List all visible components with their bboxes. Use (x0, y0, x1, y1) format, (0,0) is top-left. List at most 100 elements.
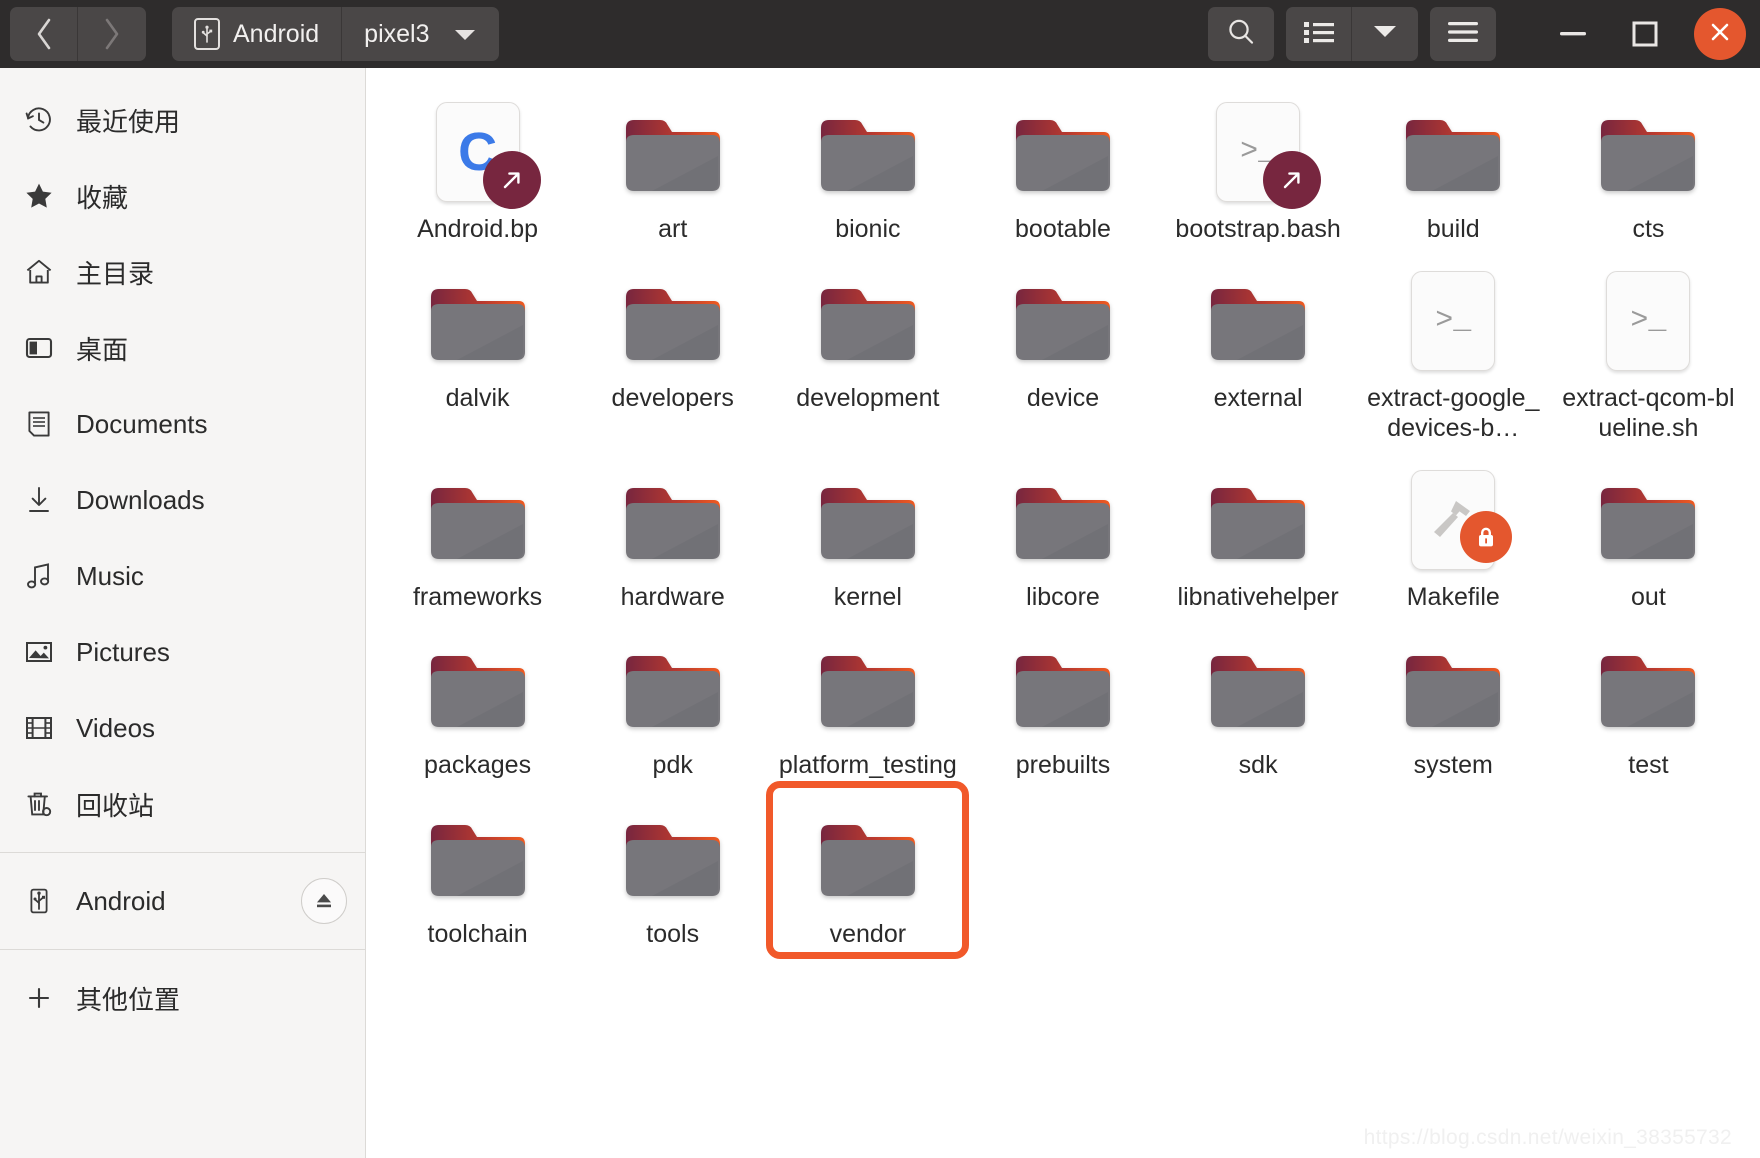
file-item[interactable]: frameworks (380, 450, 575, 619)
window-body: 最近使用 收藏 主目录 桌面 Documents Downloads Music… (0, 68, 1760, 1158)
back-button[interactable] (10, 7, 78, 61)
file-item[interactable]: >_ extract-google_devices-b… (1356, 251, 1551, 450)
download-arrow-icon (22, 485, 56, 515)
folder-icon (1209, 484, 1307, 570)
forward-button[interactable] (78, 7, 146, 61)
folder-icon (1014, 484, 1112, 570)
breadcrumb-item-pixel3[interactable]: pixel3 (342, 7, 499, 61)
sidebar-item-pictures[interactable]: Pictures (0, 614, 365, 690)
sidebar-item-recent[interactable]: 最近使用 (0, 82, 365, 158)
file-item[interactable]: test (1551, 618, 1746, 787)
file-icon-wrapper (819, 94, 917, 202)
file-icon-wrapper (1209, 263, 1307, 371)
file-icon-wrapper (624, 799, 722, 907)
file-item[interactable]: libnativehelper (1161, 450, 1356, 619)
file-item[interactable]: device (965, 251, 1160, 450)
file-item[interactable]: pdk (575, 618, 770, 787)
file-item[interactable]: >_ bootstrap.bash (1161, 82, 1356, 251)
file-item[interactable]: vendor (770, 787, 965, 956)
file-item[interactable]: external (1161, 251, 1356, 450)
breadcrumb-item-android[interactable]: Android (172, 7, 343, 61)
file-item[interactable]: kernel (770, 450, 965, 619)
file-item[interactable]: bootable (965, 82, 1160, 251)
file-name-label: platform_testing (778, 751, 957, 779)
file-item[interactable]: C Android.bp (380, 82, 575, 251)
file-item[interactable]: platform_testing (770, 618, 965, 787)
file-icon-wrapper (819, 263, 917, 371)
file-name-label: art (658, 215, 688, 243)
file-item[interactable]: system (1356, 618, 1551, 787)
folder-icon (429, 652, 527, 738)
sidebar-item-music[interactable]: Music (0, 538, 365, 614)
file-item[interactable]: hardware (575, 450, 770, 619)
symlink-badge-icon (482, 151, 541, 209)
file-item[interactable]: cts (1551, 82, 1746, 251)
lock-badge-icon (1460, 510, 1513, 563)
file-item[interactable]: developers (575, 251, 770, 450)
file-item[interactable]: toolchain (380, 787, 575, 956)
sidebar-item-other-locations[interactable]: 其他位置 (0, 960, 365, 1036)
sidebar-label: 桌面 (76, 334, 129, 365)
sidebar-item-trash[interactable]: 回收站 (0, 766, 365, 842)
file-list-area[interactable]: C Android.bp art bionic bootable >_ boot… (366, 68, 1760, 1158)
sidebar-item-home[interactable]: 主目录 (0, 234, 365, 310)
file-icon-wrapper (1209, 630, 1307, 738)
file-name-label: frameworks (412, 582, 543, 611)
file-icon-wrapper: >_ (1606, 263, 1691, 371)
desktop-icon (22, 333, 56, 363)
maximize-button[interactable] (1622, 11, 1668, 57)
sidebar-label: Videos (76, 712, 156, 743)
file-item[interactable]: dalvik (380, 251, 575, 450)
file-item[interactable]: development (770, 251, 965, 450)
file-item[interactable]: out (1551, 450, 1746, 619)
close-button[interactable] (1694, 8, 1746, 60)
folder-icon (429, 484, 527, 570)
sidebar-item-downloads[interactable]: Downloads (0, 462, 365, 538)
menu-button[interactable] (1430, 7, 1496, 61)
sidebar-item-android-device[interactable]: Android (0, 863, 365, 939)
file-icon-wrapper (429, 462, 527, 570)
file-item[interactable]: packages (380, 618, 575, 787)
sidebar-item-documents[interactable]: Documents (0, 386, 365, 462)
file-name-label: pdk (652, 751, 693, 779)
folder-icon (624, 484, 722, 570)
file-item[interactable]: art (575, 82, 770, 251)
file-name-label: sdk (1238, 751, 1278, 779)
eject-button[interactable] (301, 878, 347, 924)
file-name-label: libcore (1026, 582, 1100, 611)
minimize-button[interactable] (1550, 11, 1596, 57)
folder-icon (624, 116, 722, 202)
file-item[interactable]: build (1356, 82, 1551, 251)
sidebar-item-videos[interactable]: Videos (0, 690, 365, 766)
file-icon-wrapper (1404, 94, 1502, 202)
view-options-button[interactable] (1352, 7, 1418, 61)
sidebar-item-starred[interactable]: 收藏 (0, 158, 365, 234)
symlink-badge-icon (1263, 151, 1322, 209)
file-icon-wrapper: >_ (1411, 263, 1496, 371)
folder-icon (1014, 652, 1112, 738)
folder-icon (429, 285, 527, 371)
file-item[interactable]: Makefile (1356, 450, 1551, 619)
file-icon-wrapper (1411, 462, 1513, 570)
sidebar-label: Downloads (76, 484, 205, 515)
search-button[interactable] (1208, 7, 1274, 61)
sidebar-item-desktop[interactable]: 桌面 (0, 310, 365, 386)
film-icon (22, 713, 56, 743)
breadcrumb-label-android: Android (233, 19, 320, 48)
file-item[interactable]: libcore (965, 450, 1160, 619)
sidebar: 最近使用 收藏 主目录 桌面 Documents Downloads Music… (0, 68, 366, 1158)
file-grid: C Android.bp art bionic bootable >_ boot… (366, 82, 1760, 955)
file-item[interactable]: bionic (770, 82, 965, 251)
file-name-label: external (1213, 383, 1303, 412)
file-icon-wrapper (1599, 630, 1697, 738)
file-item[interactable]: prebuilts (965, 618, 1160, 787)
folder-icon (429, 821, 527, 907)
file-item[interactable]: >_ extract-qcom-blueline.sh (1551, 251, 1746, 450)
file-icon-wrapper (1209, 462, 1307, 570)
file-name-label: extract-qcom-blueline.sh (1562, 383, 1735, 443)
file-item[interactable]: sdk (1161, 618, 1356, 787)
folder-icon (1209, 285, 1307, 371)
file-item[interactable]: tools (575, 787, 770, 956)
list-view-button[interactable] (1286, 7, 1352, 61)
picture-icon (22, 637, 56, 667)
